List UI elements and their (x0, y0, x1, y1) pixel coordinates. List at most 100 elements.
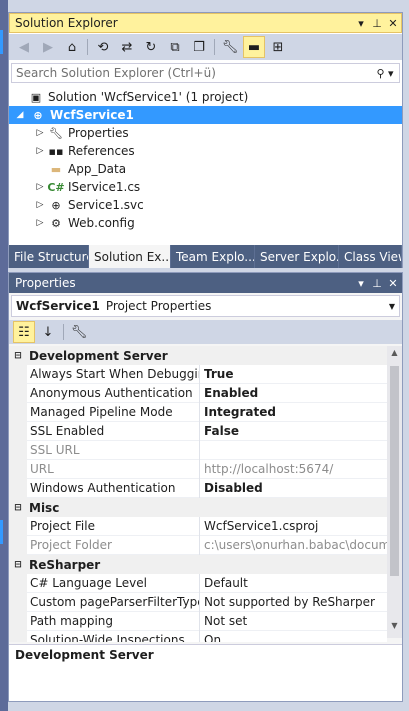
property-value[interactable]: Not supported by ReSharper (200, 593, 387, 612)
close-icon[interactable]: ✕ (385, 277, 401, 290)
home-icon[interactable]: ⌂ (61, 36, 83, 58)
property-value[interactable]: False (200, 422, 387, 441)
property-row[interactable]: C# Language Level Default (9, 573, 387, 593)
tree-item-label: Web.config (68, 216, 135, 230)
solution-explorer-titlebar[interactable]: Solution Explorer ▾ ⊥ ✕ (9, 13, 402, 33)
scroll-thumb[interactable] (390, 366, 399, 576)
collapse-box-icon[interactable]: ⊟ (11, 351, 25, 361)
properties-titlebar[interactable]: Properties ▾ ⊥ ✕ (9, 273, 402, 293)
preview-icon[interactable]: ▬ (243, 36, 265, 58)
expand-arrow-icon[interactable]: ▷ (33, 200, 47, 210)
collapse-all-icon[interactable]: ⧉ (164, 36, 186, 58)
property-row[interactable]: URL http://localhost:5674/ (9, 459, 387, 479)
category-label: Development Server (29, 348, 168, 363)
tree-item-service-svc[interactable]: ▷ ⊕ Service1.svc (9, 196, 402, 214)
property-pages-icon[interactable]: 🔧︎ (68, 321, 90, 343)
property-row[interactable]: Solution-Wide Inspections On (9, 630, 387, 643)
expand-arrow-icon[interactable]: ▷ (33, 182, 47, 192)
property-row[interactable]: Managed Pipeline Mode Integrated (9, 402, 387, 422)
close-icon[interactable]: ✕ (385, 17, 401, 30)
expand-arrow-icon[interactable]: ▷ (33, 146, 47, 156)
search-box[interactable]: Search Solution Explorer (Ctrl+ü) ⚲ ▾ (11, 63, 400, 83)
service-file-icon: ⊕ (51, 198, 61, 212)
property-value[interactable]: Not set (200, 612, 387, 631)
show-all-files-icon[interactable]: ❐ (188, 36, 210, 58)
scroll-down-icon[interactable]: ▼ (387, 621, 402, 636)
pin-icon[interactable]: ⊥ (369, 17, 385, 30)
property-name: SSL URL (27, 440, 200, 460)
property-row[interactable]: SSL Enabled False (9, 421, 387, 441)
tree-item-label: WcfService1 (50, 108, 134, 122)
property-name: Project Folder (27, 535, 200, 555)
category-header[interactable]: ⊟ ReSharper (9, 555, 387, 574)
tab-file-structure[interactable]: File Structure (9, 245, 89, 268)
properties-icon[interactable]: 🔧︎ (219, 36, 241, 58)
tree-item-project[interactable]: ◢ ⊕ WcfService1 (9, 106, 402, 124)
object-selector[interactable]: WcfService1 Project Properties ▼ (11, 295, 400, 317)
alphabetical-icon[interactable]: ↓ (37, 321, 59, 343)
property-value (200, 441, 387, 460)
class-diagram-icon[interactable]: ⊞ (267, 36, 289, 58)
category-header[interactable]: ⊟ Misc (9, 498, 387, 517)
solution-explorer-panel: Solution Explorer ▾ ⊥ ✕ ◀ ▶ ⌂ ⟲ ⇄ ↻ ⧉ ❐ … (8, 12, 403, 268)
solution-explorer-toolbar: ◀ ▶ ⌂ ⟲ ⇄ ↻ ⧉ ❐ 🔧︎ ▬ ⊞ (9, 34, 402, 60)
property-row[interactable]: Custom pageParserFilterType haNot suppor… (9, 592, 387, 612)
dock-indicator (0, 30, 3, 54)
vertical-scrollbar[interactable]: ▲ ▼ (387, 346, 402, 638)
collapse-box-icon[interactable]: ⊟ (11, 560, 25, 570)
scroll-up-icon[interactable]: ▲ (387, 348, 402, 363)
property-value[interactable]: Disabled (200, 479, 387, 498)
property-row[interactable]: Windows Authentication Disabled (9, 478, 387, 498)
tree-item-label: References (68, 144, 135, 158)
description-title: Development Server (15, 648, 154, 662)
left-dock-strip (0, 0, 8, 711)
tree-item-properties[interactable]: ▷ 🔧︎ Properties (9, 124, 402, 142)
property-value[interactable]: Default (200, 574, 387, 593)
tree-item-iservice[interactable]: ▷ C# IService1.cs (9, 178, 402, 196)
pin-icon[interactable]: ⊥ (369, 277, 385, 290)
window-position-icon[interactable]: ▾ (353, 277, 369, 290)
expand-arrow-icon[interactable]: ▷ (33, 218, 47, 228)
property-row[interactable]: Project File WcfService1.csproj (9, 516, 387, 536)
expand-arrow-icon[interactable]: ▷ (33, 128, 47, 138)
property-row[interactable]: Anonymous Authentication Enabled (9, 383, 387, 403)
object-type: Project Properties (105, 299, 212, 313)
chevron-down-icon[interactable]: ▼ (385, 302, 399, 311)
category-label: ReSharper (29, 557, 101, 572)
property-row[interactable]: SSL URL (9, 440, 387, 460)
tab-team-explorer[interactable]: Team Explo... (171, 245, 255, 268)
toolbar-separator (63, 324, 64, 340)
history-icon[interactable]: ⟲ (92, 36, 114, 58)
property-value[interactable]: Enabled (200, 384, 387, 403)
tree-item-web-config[interactable]: ▷ ⚙ Web.config (9, 214, 402, 232)
tab-solution-explorer[interactable]: Solution Ex... (89, 245, 171, 268)
category-header[interactable]: ⊟ Development Server (9, 346, 387, 365)
tab-class-view[interactable]: Class View (339, 245, 402, 268)
property-row[interactable]: Project Folder c:\users\onurhan.babac\doc… (9, 535, 387, 555)
property-row[interactable]: Path mapping Not set (9, 611, 387, 631)
collapse-box-icon[interactable]: ⊟ (11, 503, 25, 513)
property-name: Always Start When Debugging (27, 364, 200, 384)
csharp-file-icon: C# (47, 180, 65, 194)
back-icon[interactable]: ◀ (13, 36, 35, 58)
collapse-arrow-icon[interactable]: ◢ (13, 110, 27, 120)
property-value[interactable]: WcfService1.csproj (200, 517, 387, 536)
property-value[interactable]: True (200, 365, 387, 384)
property-value[interactable]: On (200, 631, 387, 643)
property-row[interactable]: Always Start When Debugging True (9, 364, 387, 384)
window-position-icon[interactable]: ▾ (353, 17, 369, 30)
sync-icon[interactable]: ⇄ (116, 36, 138, 58)
property-value: c:\users\onurhan.babac\documen (204, 537, 387, 552)
tree-item-app-data[interactable]: ▬ App_Data (9, 160, 402, 178)
property-value[interactable]: Integrated (200, 403, 387, 422)
tree-item-references[interactable]: ▷ ▪▪ References (9, 142, 402, 160)
property-name: Custom pageParserFilterType ha (27, 592, 200, 612)
search-input[interactable]: Search Solution Explorer (Ctrl+ü) (16, 66, 371, 80)
search-icon[interactable]: ⚲ ▾ (371, 67, 399, 80)
property-name: Windows Authentication (27, 478, 200, 498)
tab-server-explorer[interactable]: Server Explo... (255, 245, 339, 268)
forward-icon[interactable]: ▶ (37, 36, 59, 58)
refresh-icon[interactable]: ↻ (140, 36, 162, 58)
categorized-icon[interactable]: ☷ (13, 321, 35, 343)
tree-item-solution[interactable]: ▣ Solution 'WcfService1' (1 project) (9, 88, 402, 106)
